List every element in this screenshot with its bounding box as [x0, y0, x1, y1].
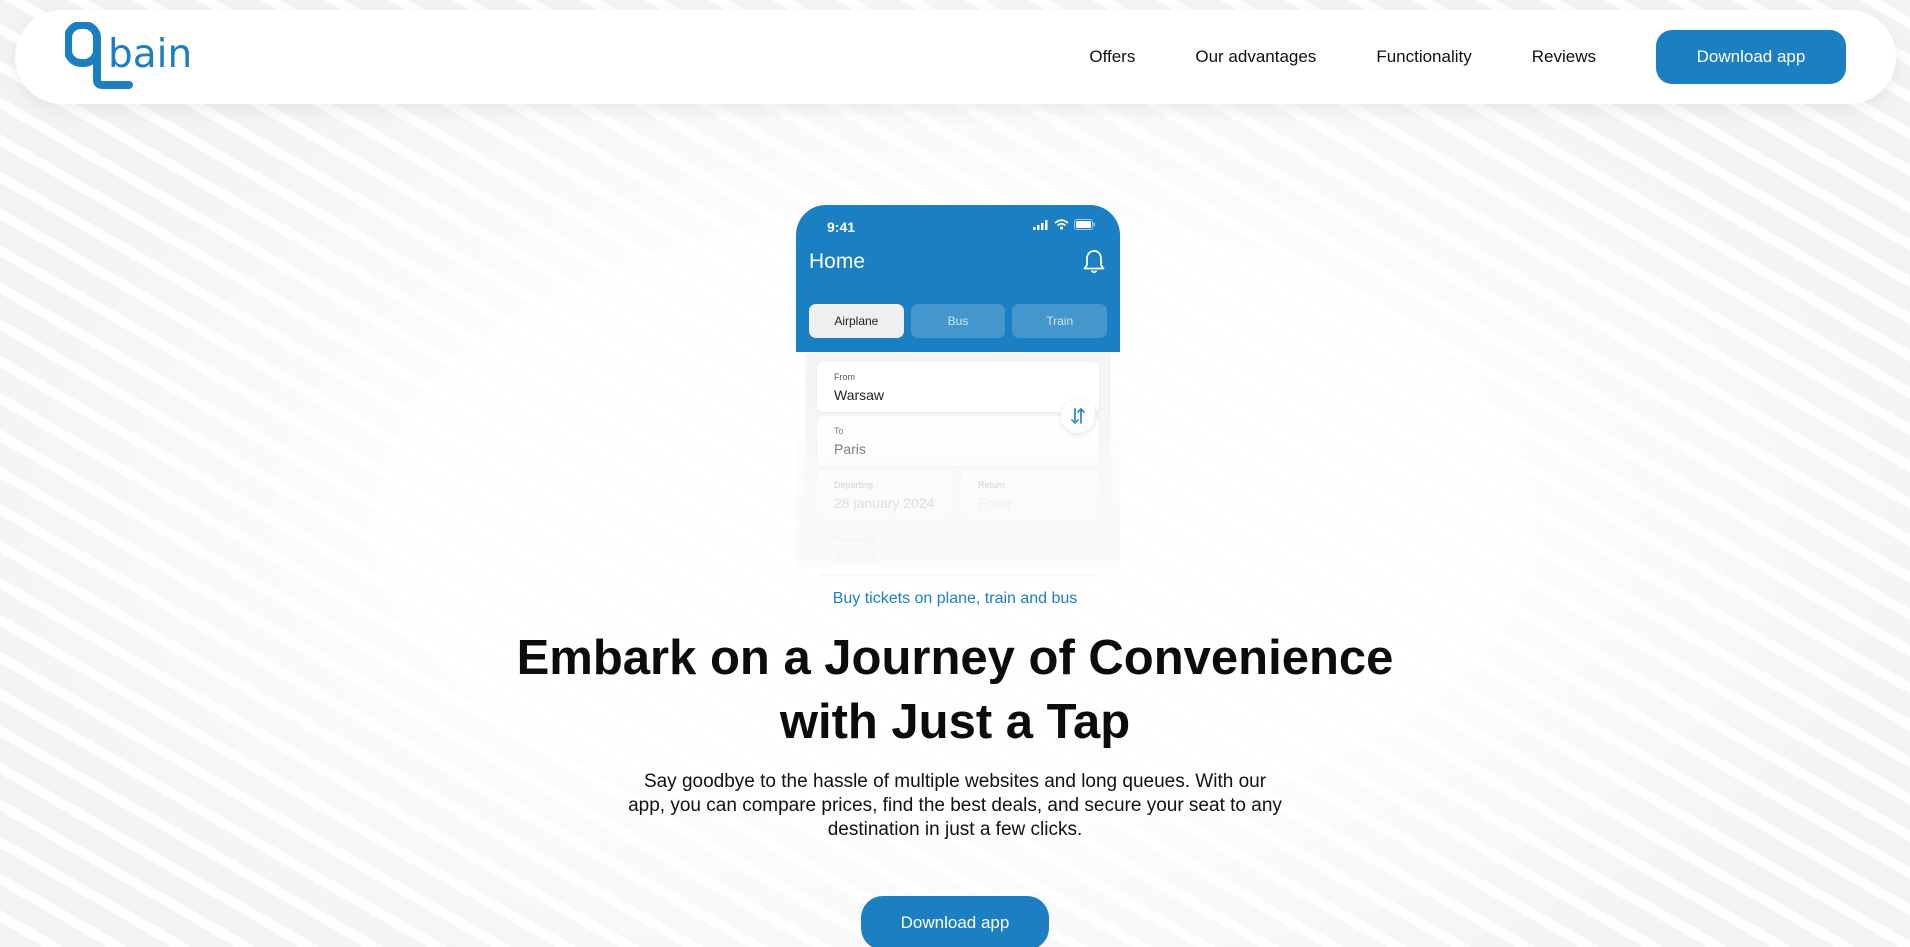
nav-offers[interactable]: Offers	[1089, 47, 1135, 67]
return-field[interactable]: Return Enter	[961, 470, 1099, 520]
passenger-label: Passenger	[834, 534, 878, 544]
hero-eyebrow: Buy tickets on plane, train and bus	[832, 590, 1078, 607]
transport-tabs: Airplane Bus Train	[809, 304, 1108, 338]
swap-arrows-icon	[1071, 408, 1085, 424]
q-logo-icon: bain	[65, 22, 192, 89]
swap-button[interactable]	[1061, 399, 1095, 433]
to-label: To	[834, 426, 844, 436]
from-value: Warsaw	[834, 387, 885, 403]
from-label: From	[834, 372, 855, 382]
status-time: 9:41	[827, 219, 856, 235]
wifi-icon	[1054, 219, 1069, 230]
signal-icon	[1033, 219, 1048, 230]
departing-field[interactable]: Departing 28 january 2024	[817, 470, 952, 520]
hero-subtext: Say goodbye to the hassle of multiple we…	[628, 771, 1282, 840]
nav-reviews[interactable]: Reviews	[1532, 47, 1596, 67]
passenger-field[interactable]: Passenger Adult 1	[817, 524, 1099, 574]
hero-section: Buy tickets on plane, train and bus Emba…	[0, 590, 1910, 947]
departing-value: 28 january 2024	[834, 495, 935, 511]
status-icons	[1033, 219, 1096, 230]
search-form: From Warsaw To Paris Departing 28 januar…	[805, 352, 1111, 574]
tab-airplane[interactable]: Airplane	[809, 304, 904, 338]
header-download-app-button[interactable]: Download app	[1656, 30, 1846, 84]
phone-header: 9:41 Home Airplane Bus Train	[796, 205, 1120, 352]
hero-download-app-button[interactable]: Download app	[861, 896, 1049, 947]
nav-functionality[interactable]: Functionality	[1376, 47, 1471, 67]
from-field[interactable]: From Warsaw	[817, 362, 1099, 412]
return-label: Return	[978, 480, 1006, 490]
hero-headline: Embark on a Journey of Convenience with …	[516, 631, 1394, 749]
logo-text: bain	[108, 32, 192, 77]
passenger-value: Adult 1	[834, 549, 878, 565]
return-value: Enter	[978, 495, 1012, 511]
tab-bus[interactable]: Bus	[910, 304, 1006, 338]
main-nav: Offers Our advantages Functionality Revi…	[1089, 10, 1896, 104]
phone-mockup: 9:41 Home Airplane Bus Train From Warsaw…	[796, 205, 1120, 574]
bell-icon[interactable]	[1082, 249, 1106, 280]
brand-logo[interactable]: bain	[65, 22, 215, 92]
battery-icon	[1074, 219, 1095, 230]
landing-page: bain Offers Our advantages Functionality…	[0, 0, 1910, 947]
nav-our-advantages[interactable]: Our advantages	[1195, 47, 1316, 67]
to-value: Paris	[834, 441, 866, 457]
tab-train[interactable]: Train	[1012, 304, 1108, 338]
to-field[interactable]: To Paris	[817, 416, 1099, 466]
site-header: bain Offers Our advantages Functionality…	[15, 10, 1896, 104]
phone-title: Home	[809, 250, 866, 273]
departing-label: Departing	[834, 480, 874, 490]
